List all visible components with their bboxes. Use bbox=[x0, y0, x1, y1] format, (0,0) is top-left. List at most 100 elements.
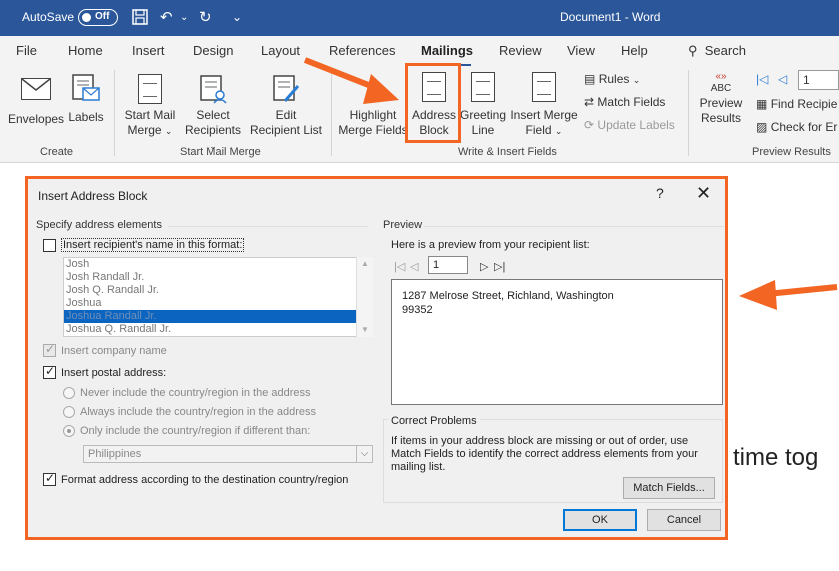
preview-section-header: Preview bbox=[383, 219, 423, 231]
insert-merge-field-label-2: Field bbox=[525, 123, 552, 137]
radio-dot bbox=[63, 425, 75, 437]
save-icon[interactable] bbox=[131, 8, 149, 30]
greeting-line-label-1: Greeting bbox=[459, 108, 507, 122]
tab-mailings[interactable]: Mailings bbox=[421, 43, 473, 58]
highlight-label-2: Merge Fields bbox=[338, 123, 408, 137]
help-icon[interactable]: ? bbox=[656, 185, 664, 201]
envelopes-button[interactable]: Envelopes bbox=[8, 74, 64, 127]
list-item[interactable]: Joshua Q. Randall Jr. bbox=[64, 323, 372, 336]
labels-button[interactable]: Labels bbox=[66, 74, 106, 125]
annotation-arrow-icon bbox=[739, 280, 838, 310]
preview-label-2: Results bbox=[700, 111, 741, 125]
insert-postal-checkbox[interactable]: Insert postal address: bbox=[43, 364, 167, 379]
tab-review[interactable]: Review bbox=[499, 43, 542, 58]
tab-home[interactable]: Home bbox=[68, 43, 103, 58]
divider bbox=[168, 226, 368, 227]
ok-button[interactable]: OK bbox=[563, 509, 637, 531]
select-recipients-label-2: Recipients bbox=[184, 123, 242, 137]
address-preview-box: 1287 Melrose Street, Richland, Washingto… bbox=[391, 279, 723, 405]
name-format-list[interactable]: Josh Josh Randall Jr. Josh Q. Randall Jr… bbox=[63, 257, 373, 337]
match-fields-button[interactable]: ⇄ Match Fields bbox=[584, 95, 665, 109]
insert-postal-label: Insert postal address: bbox=[61, 366, 167, 379]
preview-results-button[interactable]: «» ABC Preview Results bbox=[695, 72, 747, 126]
tab-layout[interactable]: Layout bbox=[261, 43, 300, 58]
preview-label-1: Preview bbox=[699, 96, 743, 110]
greeting-line-button[interactable]: Greeting Line bbox=[458, 72, 508, 138]
search-label: Search bbox=[704, 43, 746, 58]
group-separator bbox=[688, 70, 689, 156]
group-label-preview-results: Preview Results bbox=[752, 146, 831, 158]
envelopes-label: Envelopes bbox=[8, 112, 65, 126]
update-labels-button[interactable]: ⟳ Update Labels bbox=[584, 118, 675, 132]
tab-view[interactable]: View bbox=[567, 43, 595, 58]
divider bbox=[424, 226, 724, 227]
last-record-icon[interactable]: ▷| bbox=[494, 260, 505, 273]
edit-list-icon bbox=[271, 74, 301, 104]
autosave-toggle[interactable]: Off bbox=[78, 9, 118, 26]
radio-never-include[interactable]: Never include the country/region in the … bbox=[63, 387, 311, 399]
first-record-icon[interactable]: |◁ bbox=[756, 72, 768, 86]
start-mail-merge-label-1: Start Mail bbox=[124, 108, 176, 122]
group-label-start-mail-merge: Start Mail Merge bbox=[180, 146, 261, 158]
select-recipients-button[interactable]: Select Recipients ⌄ bbox=[180, 74, 246, 154]
checkbox-box bbox=[43, 364, 56, 379]
specify-section-header: Specify address elements bbox=[36, 219, 162, 231]
start-mail-merge-button[interactable]: Start Mail Merge ⌄ bbox=[120, 74, 180, 139]
previous-record-icon[interactable]: ◁ bbox=[410, 260, 418, 273]
checkbox-box bbox=[43, 471, 56, 486]
list-item-selected[interactable]: Joshua Randall Jr. bbox=[64, 310, 372, 323]
dialog-title: Insert Address Block bbox=[38, 189, 148, 203]
insert-merge-field-button[interactable]: Insert Merge Field ⌄ bbox=[508, 72, 580, 139]
greeting-line-icon bbox=[471, 72, 495, 102]
ribbon: Envelopes Labels Create Start Mail Merge… bbox=[0, 63, 839, 163]
close-icon[interactable]: ✕ bbox=[696, 183, 711, 204]
list-item[interactable]: Josh bbox=[64, 258, 372, 271]
autosave-state: Off bbox=[95, 11, 110, 22]
scroll-down-icon[interactable]: ▼ bbox=[357, 323, 373, 337]
scroll-up-icon[interactable]: ▲ bbox=[357, 257, 373, 271]
toggle-knob bbox=[82, 13, 91, 22]
checkbox-box bbox=[43, 238, 56, 252]
radio-always-include[interactable]: Always include the country/region in the… bbox=[63, 406, 316, 418]
country-select[interactable]: Philippines ⌵ bbox=[83, 445, 373, 463]
list-scrollbar[interactable]: ▲ ▼ bbox=[356, 257, 373, 337]
match-fields-icon: ⇄ bbox=[584, 95, 595, 109]
radio-dot bbox=[63, 387, 75, 399]
correct-problems-text: If items in your address block are missi… bbox=[391, 435, 698, 473]
match-fields-button[interactable]: Match Fields... bbox=[623, 477, 715, 499]
insert-company-label: Insert company name bbox=[61, 344, 167, 357]
chevron-down-icon[interactable]: ⌄ bbox=[180, 12, 188, 23]
radio-always-label: Always include the country/region in the… bbox=[80, 406, 317, 418]
labels-label: Labels bbox=[68, 110, 104, 124]
radio-only-label: Only include the country/region if diffe… bbox=[80, 425, 311, 437]
tab-help[interactable]: Help bbox=[621, 43, 648, 58]
abc-label: ABC bbox=[710, 83, 732, 94]
list-item[interactable]: Joshua bbox=[64, 297, 372, 310]
first-record-icon[interactable]: |◁ bbox=[394, 260, 405, 273]
redo-icon[interactable]: ↻ bbox=[199, 8, 212, 26]
annotation-highlight-box bbox=[405, 63, 461, 143]
correct-problems-header: Correct Problems bbox=[388, 415, 480, 427]
check-errors-button[interactable]: ▨ Check for Er bbox=[756, 120, 837, 134]
tab-file[interactable]: File bbox=[16, 43, 37, 58]
next-record-icon[interactable]: ▷ bbox=[480, 260, 488, 273]
insert-name-checkbox[interactable]: Insert recipient's name in this format: bbox=[43, 238, 245, 252]
previous-record-icon[interactable]: ◁ bbox=[778, 72, 787, 86]
insert-merge-field-icon bbox=[532, 72, 556, 102]
record-number-input[interactable]: 1 bbox=[428, 256, 468, 274]
format-address-checkbox[interactable]: Format address according to the destinat… bbox=[43, 471, 348, 486]
autosave-label: AutoSave bbox=[22, 10, 75, 24]
cancel-button[interactable]: Cancel bbox=[647, 509, 721, 531]
insert-company-checkbox[interactable]: Insert company name bbox=[43, 342, 167, 357]
tab-design[interactable]: Design bbox=[193, 43, 233, 58]
undo-icon[interactable]: ↶ bbox=[160, 8, 173, 26]
radio-only-if-different[interactable]: Only include the country/region if diffe… bbox=[63, 425, 310, 437]
list-item[interactable]: Josh Randall Jr. bbox=[64, 271, 372, 284]
tab-insert[interactable]: Insert bbox=[132, 43, 165, 58]
rules-button[interactable]: ▤ Rules ⌄ bbox=[584, 72, 640, 86]
record-number-input[interactable]: 1 bbox=[798, 70, 839, 90]
list-item[interactable]: Josh Q. Randall Jr. bbox=[64, 284, 372, 297]
search-box[interactable]: ⚲ Search bbox=[688, 43, 746, 59]
find-recipient-button[interactable]: ▦ Find Recipie bbox=[756, 97, 837, 111]
customize-qat-icon[interactable]: ⌄ bbox=[232, 10, 242, 24]
